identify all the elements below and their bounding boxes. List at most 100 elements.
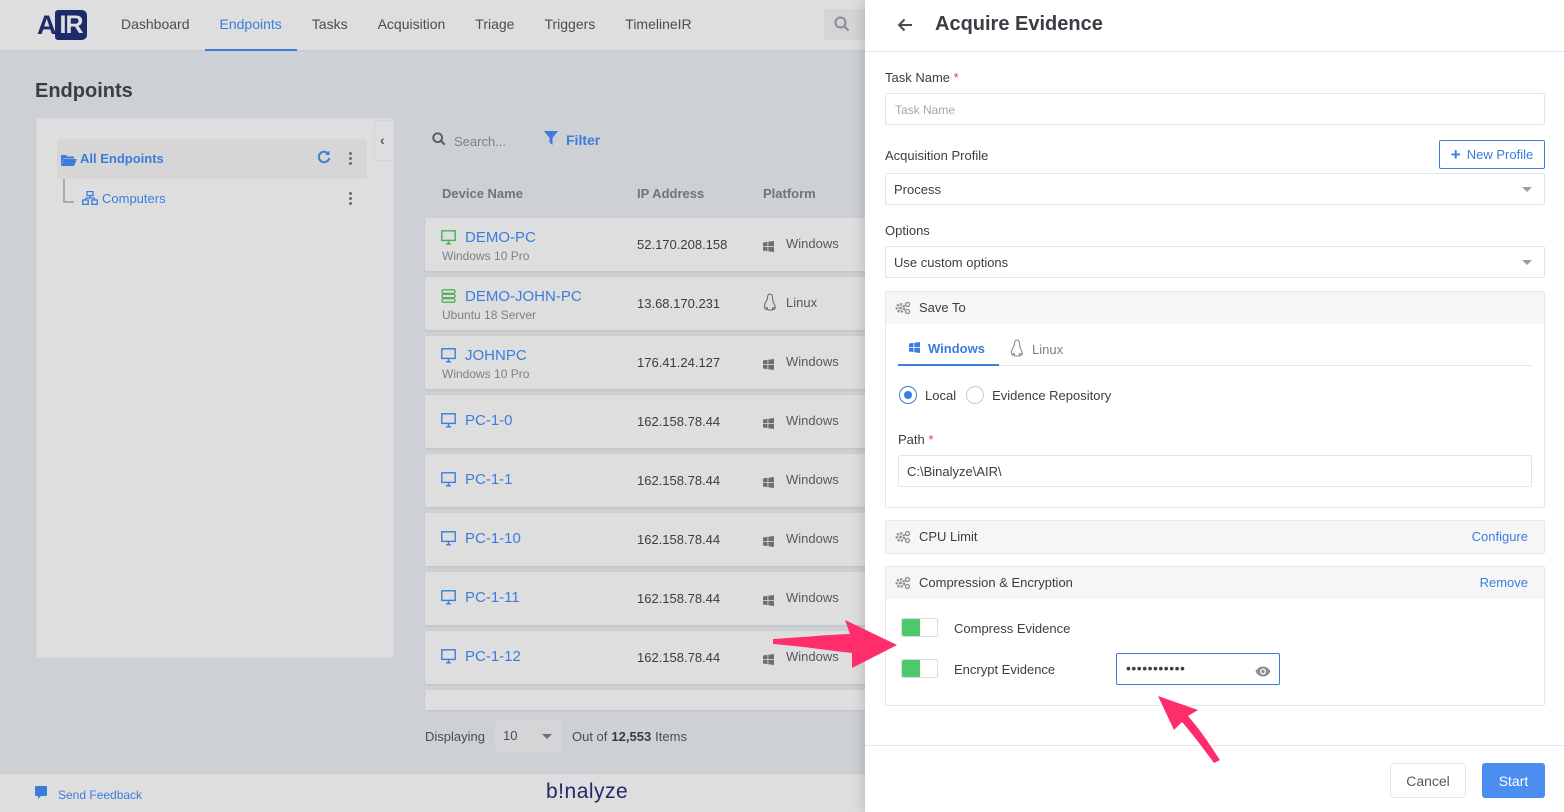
- column-device-name[interactable]: Device Name: [442, 186, 523, 201]
- table-row[interactable]: JOHNPC Windows 10 Pro 176.41.24.127 Windows: [425, 336, 885, 389]
- device-name-link[interactable]: DEMO-JOHN-PC: [465, 288, 582, 305]
- windows-icon: [763, 534, 774, 552]
- ip-address: 13.68.170.231: [637, 296, 721, 311]
- windows-icon: [763, 416, 774, 434]
- device-name-link[interactable]: PC-1-11: [465, 589, 520, 606]
- path-label-text: Path: [898, 432, 925, 447]
- monitor-icon: [441, 590, 456, 610]
- ip-address: 176.41.24.127: [637, 355, 721, 370]
- page-size-select[interactable]: 10: [494, 721, 562, 751]
- table-row[interactable]: PC-1-1 162.158.78.44 Windows: [425, 454, 885, 507]
- encrypt-evidence-toggle[interactable]: [901, 659, 938, 678]
- drawer-title: Acquire Evidence: [935, 13, 1103, 35]
- tree-child-menu-icon[interactable]: [349, 192, 353, 206]
- table-row[interactable]: PC-1-12 162.158.78.44 Windows: [425, 631, 885, 684]
- new-profile-button[interactable]: + New Profile: [1439, 140, 1545, 169]
- device-name-link[interactable]: DEMO-PC: [465, 229, 536, 246]
- os-tabs: Windows Linux: [898, 332, 1532, 366]
- password-masked-value: •••••••••••: [1126, 660, 1186, 676]
- acquisition-profile-select[interactable]: Process: [885, 173, 1545, 205]
- options-select[interactable]: Use custom options: [885, 246, 1545, 278]
- column-platform[interactable]: Platform: [763, 186, 816, 201]
- platform-name: Windows: [786, 590, 839, 605]
- feedback-label: Send Feedback: [58, 787, 143, 802]
- nav-timelineir[interactable]: TimelineIR: [610, 0, 706, 51]
- chevron-left-icon: ‹: [380, 132, 385, 148]
- filter-button[interactable]: Filter: [544, 131, 600, 148]
- encryption-password-input[interactable]: •••••••••••: [1116, 653, 1280, 685]
- collapse-tree-button[interactable]: ‹: [374, 120, 394, 161]
- save-to-title: Save To: [919, 300, 966, 315]
- eye-icon[interactable]: [1255, 664, 1271, 682]
- network-icon: [82, 190, 98, 210]
- page-size-value: 10: [502, 728, 518, 743]
- compress-evidence-toggle[interactable]: [901, 618, 938, 637]
- plus-icon: +: [1450, 145, 1461, 164]
- cancel-button[interactable]: Cancel: [1390, 763, 1466, 798]
- refresh-icon[interactable]: [317, 150, 331, 169]
- tree-item-all-endpoints[interactable]: All Endpoints: [57, 139, 367, 179]
- nav-triggers[interactable]: Triggers: [529, 0, 610, 51]
- tab-linux[interactable]: Linux: [1010, 332, 1063, 366]
- platform-name: Windows: [786, 413, 839, 428]
- tree-connector: [63, 179, 74, 203]
- path-input[interactable]: C:\Binalyze\AIR\: [898, 455, 1532, 487]
- back-arrow-icon[interactable]: [897, 17, 913, 38]
- device-os: Windows 10 Pro: [442, 367, 530, 381]
- cpu-limit-configure-link[interactable]: Configure: [1472, 529, 1528, 544]
- nav-dashboard[interactable]: Dashboard: [106, 0, 205, 51]
- toggle-on-fill: [902, 619, 920, 636]
- linux-icon: [763, 293, 777, 316]
- ip-address: 162.158.78.44: [637, 414, 721, 429]
- gears-icon: [895, 530, 911, 549]
- tab-windows[interactable]: Windows: [898, 332, 999, 366]
- endpoint-search-input[interactable]: Search...: [432, 131, 506, 151]
- table-row[interactable]: PC-1-10 162.158.78.44 Windows: [425, 513, 885, 566]
- path-value: C:\Binalyze\AIR\: [907, 464, 1002, 479]
- logo-letters-ir: IR: [55, 10, 87, 40]
- air-logo[interactable]: A IR: [37, 10, 87, 40]
- drawer-footer: Cancel Start: [865, 745, 1564, 812]
- gears-icon: [895, 301, 911, 320]
- cpu-limit-title: CPU Limit: [919, 529, 978, 544]
- nav-tasks[interactable]: Tasks: [297, 0, 363, 51]
- chat-bubble-icon: [35, 786, 47, 803]
- compression-remove-link[interactable]: Remove: [1480, 575, 1528, 590]
- logo-letter-a: A: [37, 10, 56, 40]
- table-row[interactable]: PC-1-0 162.158.78.44 Windows: [425, 395, 885, 448]
- table-row[interactable]: DEMO-PC Windows 10 Pro 52.170.208.158 Windo…: [425, 218, 885, 271]
- nav-acquisition[interactable]: Acquisition: [363, 0, 461, 51]
- table-row[interactable]: PC-1-11 162.158.78.44 Windows: [425, 572, 885, 625]
- tab-windows-label: Windows: [928, 340, 985, 356]
- linux-icon: [1010, 338, 1024, 360]
- gears-icon: [895, 576, 911, 595]
- platform-name: Windows: [786, 354, 839, 369]
- send-feedback-link[interactable]: Send Feedback: [35, 786, 142, 803]
- compress-evidence-label: Compress Evidence: [954, 621, 1071, 636]
- radio-local[interactable]: [899, 386, 917, 404]
- device-name-link[interactable]: PC-1-12: [465, 648, 521, 665]
- windows-icon: [763, 475, 774, 493]
- table-row[interactable]: DEMO-JOHN-PC Ubuntu 18 Server 13.68.170.23…: [425, 277, 885, 330]
- column-ip-address[interactable]: IP Address: [637, 186, 704, 201]
- start-button[interactable]: Start: [1482, 763, 1545, 798]
- page-title: Endpoints: [35, 80, 133, 102]
- radio-evidence-repository[interactable]: [966, 386, 985, 404]
- encrypt-evidence-label: Encrypt Evidence: [954, 662, 1056, 677]
- device-name-link[interactable]: PC-1-0: [465, 412, 513, 429]
- device-name-link[interactable]: JOHNPC: [465, 347, 527, 364]
- device-name-link[interactable]: PC-1-1: [465, 471, 513, 488]
- task-name-label: Task Name *: [885, 70, 959, 85]
- tree-root-menu-icon[interactable]: [349, 152, 353, 166]
- monitor-icon: [441, 348, 456, 368]
- out-of-label: Out of: [571, 728, 608, 744]
- compression-title: Compression & Encryption: [919, 575, 1073, 590]
- platform-name: Linux: [786, 295, 818, 310]
- task-name-input[interactable]: Task Name: [885, 93, 1545, 125]
- device-name-link[interactable]: PC-1-10: [465, 530, 521, 547]
- nav-endpoints[interactable]: Endpoints: [204, 0, 297, 51]
- options-label: Options: [885, 223, 930, 238]
- new-profile-label: New Profile: [1466, 147, 1534, 162]
- nav-triage[interactable]: Triage: [460, 0, 529, 51]
- endpoint-tree-panel: All Endpoints Computers: [36, 118, 394, 658]
